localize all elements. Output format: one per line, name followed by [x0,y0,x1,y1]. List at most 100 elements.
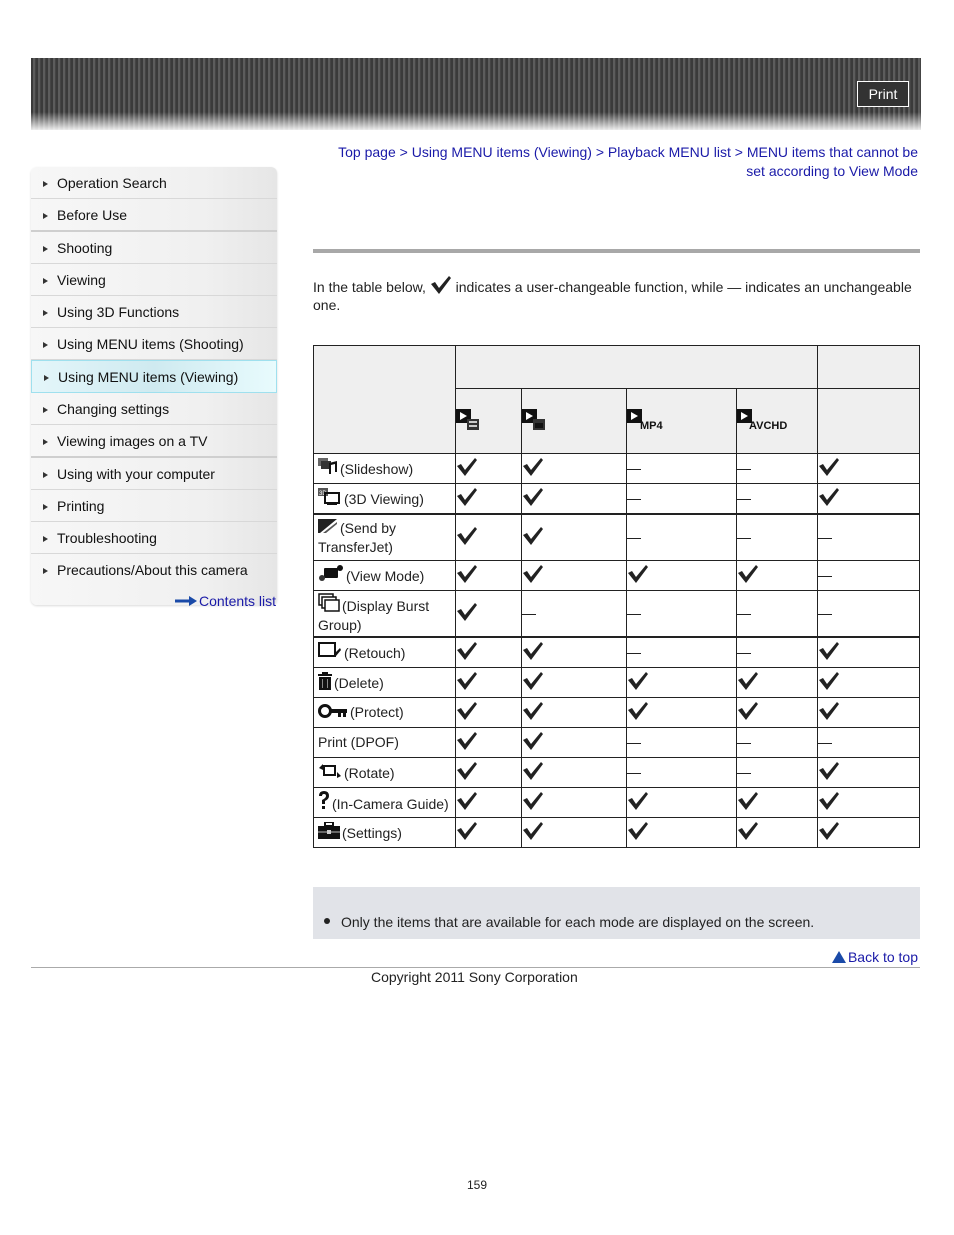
triangle-right-icon [43,439,48,445]
availability-cell [520,513,628,561]
availability-cell [454,757,522,788]
availability-cell [454,667,522,698]
check-icon [522,701,544,724]
availability-cell [626,817,738,848]
slideshow-icon [318,457,338,480]
sidebar-item-precautions-about-this-camera[interactable]: Precautions/About this camera [31,554,277,585]
dash-icon [627,469,642,471]
availability-cell [626,590,738,638]
check-icon [818,701,840,724]
availability-cell [817,667,920,698]
menu-item-cell: (View Mode) [313,560,456,591]
check-icon [456,641,478,664]
sidebar-item-label: Precautions/About this camera [57,561,248,578]
availability-cell [520,560,628,591]
table-row: (In-Camera Guide) [313,787,920,818]
availability-cell [626,483,738,515]
triangle-right-icon [43,407,48,413]
sidebar-item-using-menu-items-viewing[interactable]: Using MENU items (Viewing) [31,360,277,393]
availability-cell [626,560,738,591]
table-row: (Settings) [313,817,920,848]
availability-cell [736,667,819,698]
back-to-top-link[interactable]: Back to top [831,949,918,965]
menu-item-cell: Print (DPOF) [313,727,456,758]
menu-item-name: (View Mode) [346,567,425,584]
sidebar-item-using-with-your-computer[interactable]: Using with your computer [31,458,277,490]
bullet-icon [324,918,330,924]
availability-cell [736,513,819,561]
contents-list-link[interactable]: Contents list [175,593,276,609]
check-icon [818,457,840,480]
menu-item-cell: (Settings) [313,817,456,848]
check-icon [522,526,544,549]
check-icon [522,671,544,694]
availability-cell [817,757,920,788]
check-icon [522,457,544,480]
availability-cell [817,697,920,728]
sidebar-item-troubleshooting[interactable]: Troubleshooting [31,522,277,554]
availability-cell [520,590,628,638]
availability-cell [454,483,522,515]
dash-icon [627,499,642,501]
print-button[interactable]: Print [857,81,909,107]
header-cell-mode-5 [817,388,920,454]
availability-cell [736,817,819,848]
breadcrumb-using-menu-viewing[interactable]: Using MENU items (Viewing) [412,144,592,160]
sidebar-nav: Operation Search Before Use Shooting Viewin… [31,167,277,605]
breadcrumb-playback-menu-list[interactable]: Playback MENU list [608,144,731,160]
availability-cell [626,636,738,668]
check-icon [627,791,649,814]
check-icon [818,821,840,844]
breadcrumb-top-page[interactable]: Top page [338,144,396,160]
sidebar-item-changing-settings[interactable]: Changing settings [31,393,277,425]
availability-cell [520,787,628,818]
availability-cell [454,590,522,638]
delete-icon [318,671,332,694]
sidebar-item-viewing[interactable]: Viewing [31,264,277,296]
check-icon [522,564,544,587]
table-row: (Display Burst Group) [313,590,920,638]
triangle-right-icon [43,472,48,478]
3d-viewing-icon: 3D [318,487,342,510]
protect-icon [318,703,348,723]
availability-cell [520,667,628,698]
sidebar-item-label: Viewing images on a TV [57,432,208,449]
menu-item-cell: 3D (3D Viewing) [313,483,456,515]
dash-icon [737,653,752,655]
triangle-right-icon [44,375,49,381]
title-divider [313,249,920,253]
menu-item-cell: (Delete) [313,667,456,698]
menu-item-name: Print (DPOF) [318,734,399,750]
sidebar-item-operation-search[interactable]: Operation Search [31,167,277,199]
sidebar-item-before-use[interactable]: Before Use [31,199,277,232]
check-icon [737,791,759,814]
footer-divider [31,967,920,968]
availability-cell [736,697,819,728]
check-icon [522,761,544,784]
settings-toolbox-icon [318,820,340,844]
sidebar-item-using-3d-functions[interactable]: Using 3D Functions [31,296,277,328]
availability-cell [736,483,819,515]
triangle-right-icon [43,568,48,574]
check-icon [522,487,544,510]
transferjet-icon [318,519,338,539]
sidebar-item-label: Using MENU items (Shooting) [57,335,244,352]
sidebar-item-label: Changing settings [57,400,170,417]
sidebar-item-printing[interactable]: Printing [31,490,277,522]
dash-icon [818,743,833,745]
sidebar-item-viewing-images-on-a-tv[interactable]: Viewing images on a TV [31,425,277,458]
check-icon [456,791,478,814]
breadcrumb-current-page[interactable]: MENU items that cannot be set according … [746,144,918,179]
dash-icon [627,653,642,655]
sidebar-item-label: Viewing [57,271,106,288]
triangle-right-icon [43,310,48,316]
svg-text:MP4: MP4 [640,420,664,431]
availability-cell [454,727,522,758]
sidebar-item-shooting[interactable]: Shooting [31,232,277,264]
check-icon [456,671,478,694]
sidebar-item-using-menu-items-shooting[interactable]: Using MENU items (Shooting) [31,328,277,360]
menu-item-cell: (In-Camera Guide) [313,787,456,818]
dash-icon [737,499,752,501]
availability-cell [454,636,522,668]
menu-item-name: (Protect) [350,703,404,720]
